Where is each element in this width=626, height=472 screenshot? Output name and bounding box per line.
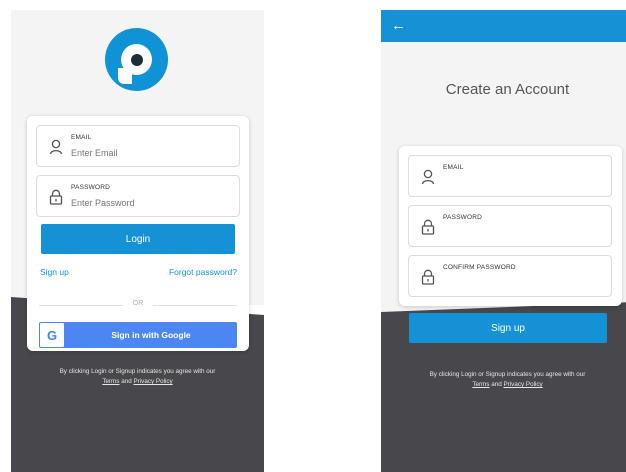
legal-and: and xyxy=(119,378,134,385)
confirm-password-label: CONFIRM PASSWORD xyxy=(443,264,516,271)
password-label: PASSWORD xyxy=(443,214,483,221)
confirm-password-field[interactable]: CONFIRM PASSWORD xyxy=(408,255,612,297)
google-letter: G xyxy=(46,327,58,343)
signup-button[interactable]: Sign up xyxy=(409,313,607,343)
signup-screen: ← Create an Account EMAIL PASSWORD CONFI… xyxy=(381,10,626,472)
page-title: Create an Account xyxy=(445,81,570,98)
password-field[interactable]: PASSWORD xyxy=(36,175,240,217)
google-signin-button[interactable]: G Sign in with Google xyxy=(39,322,237,348)
lock-icon xyxy=(49,189,63,205)
forgot-password-link[interactable]: Forgot password? xyxy=(169,267,237,277)
password-input[interactable] xyxy=(71,198,231,208)
app-logo xyxy=(105,28,168,91)
lock-icon xyxy=(421,269,435,285)
signup-card: EMAIL PASSWORD CONFIRM PASSWORD xyxy=(399,146,622,306)
email-input[interactable] xyxy=(71,148,231,158)
signup-link[interactable]: Sign up xyxy=(40,267,69,277)
google-signin-label: Sign in with Google xyxy=(111,330,191,340)
password-label: PASSWORD xyxy=(71,184,111,191)
terms-link[interactable]: Terms xyxy=(102,378,119,385)
login-card: EMAIL PASSWORD Login Sign up Forgot pass… xyxy=(27,116,249,351)
legal-prefix: By clicking Login or Signup indicates yo… xyxy=(429,371,586,378)
divider-or-text: OR xyxy=(132,300,144,307)
lock-icon xyxy=(421,219,435,235)
terms-link[interactable]: Terms xyxy=(472,381,489,388)
email-label: EMAIL xyxy=(443,164,464,171)
back-arrow-icon[interactable]: ← xyxy=(391,17,409,35)
app-bar: ← xyxy=(381,10,626,42)
email-label: EMAIL xyxy=(71,134,92,141)
divider-line-right xyxy=(153,305,237,306)
or-divider: OR xyxy=(39,300,237,310)
user-icon xyxy=(49,139,63,155)
email-field[interactable]: EMAIL xyxy=(408,155,612,197)
legal-text: By clicking Login or Signup indicates yo… xyxy=(11,367,264,387)
privacy-link[interactable]: Privacy Policy xyxy=(503,381,542,388)
privacy-link[interactable]: Privacy Policy xyxy=(133,378,172,385)
legal-and: and xyxy=(489,381,504,388)
password-field[interactable]: PASSWORD xyxy=(408,205,612,247)
legal-prefix: By clicking Login or Signup indicates yo… xyxy=(59,368,216,375)
legal-text: By clicking Login or Signup indicates yo… xyxy=(381,370,626,390)
login-screen: EMAIL PASSWORD Login Sign up Forgot pass… xyxy=(11,10,264,472)
email-field[interactable]: EMAIL xyxy=(36,125,240,167)
logo-inner xyxy=(121,44,152,75)
divider-line-left xyxy=(39,305,123,306)
user-icon xyxy=(421,169,435,185)
google-icon: G xyxy=(40,323,64,347)
login-button[interactable]: Login xyxy=(41,224,235,254)
logo-dot xyxy=(131,54,143,66)
